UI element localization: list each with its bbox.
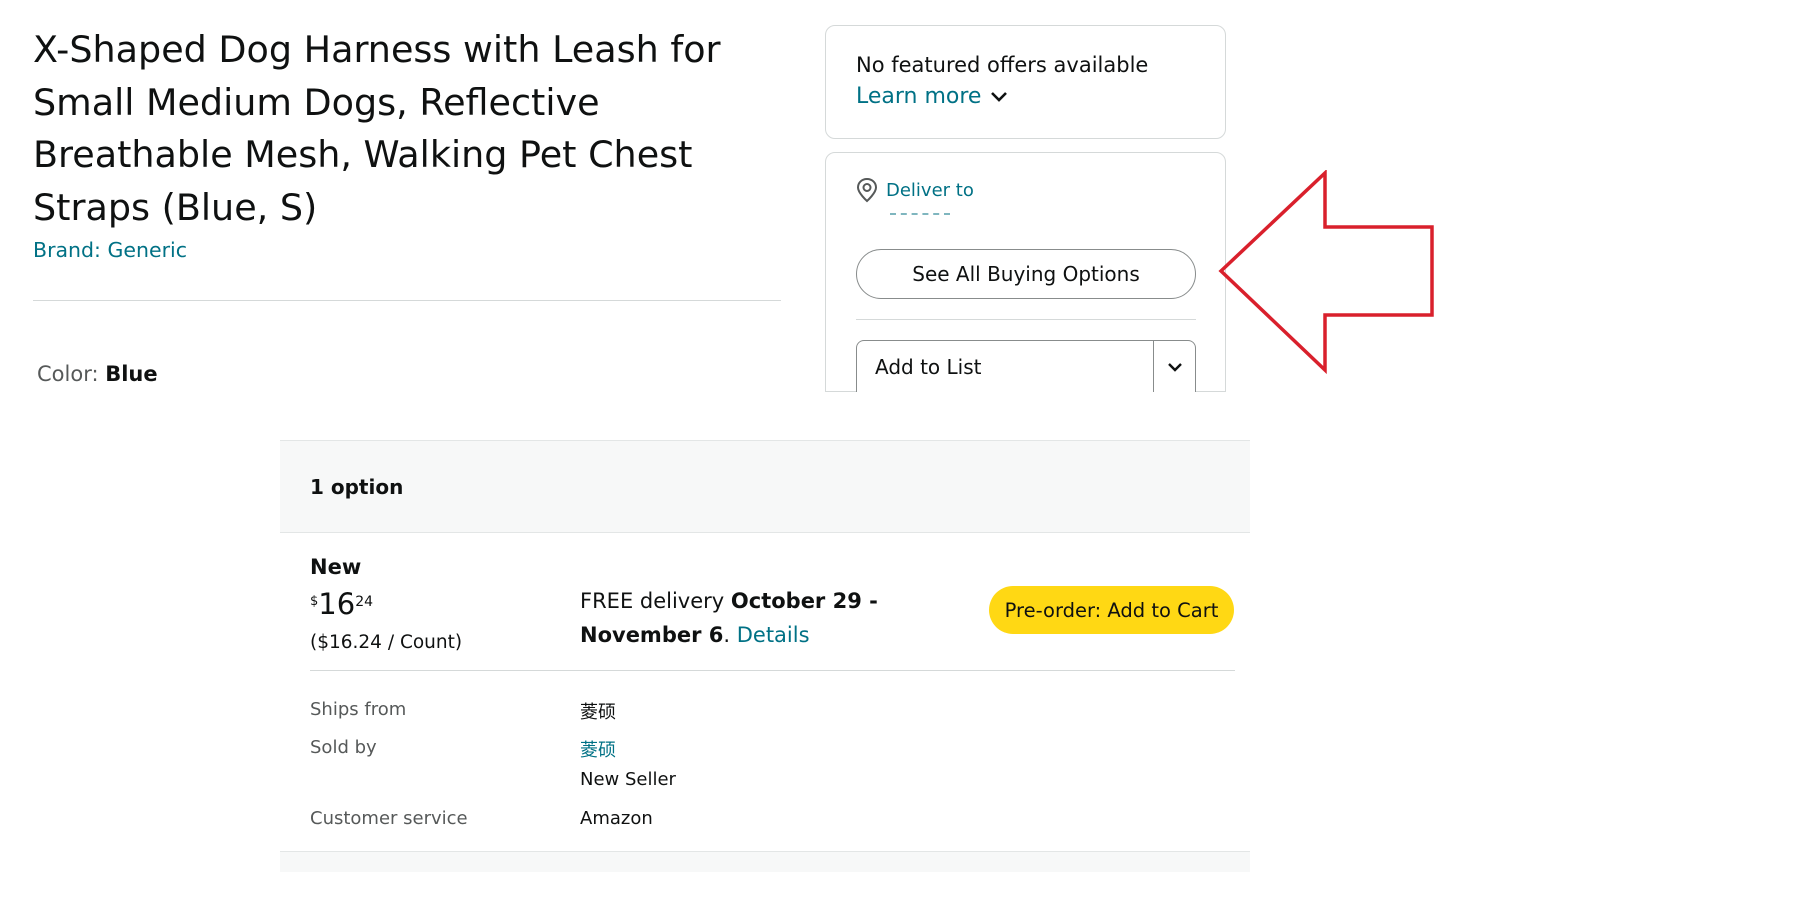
no-offers-box: No featured offers available Learn more — [825, 25, 1226, 139]
price-whole: 16 — [318, 587, 356, 621]
customer-service-value: Amazon — [580, 808, 653, 829]
redacted-zip — [890, 213, 950, 219]
ships-from-value: 菱硕 — [580, 702, 616, 723]
add-to-list-button[interactable]: Add to List — [856, 340, 1196, 392]
offer-price: $ 16 24 — [310, 588, 373, 620]
deliver-to-link[interactable]: Deliver to — [856, 177, 974, 203]
details-link[interactable]: Details — [737, 623, 810, 647]
delivery-prefix: FREE delivery — [580, 589, 731, 613]
add-to-list-label: Add to List — [875, 354, 982, 379]
divider — [856, 319, 1196, 320]
seller-note: New Seller — [580, 769, 676, 790]
preorder-add-to-cart-button[interactable]: Pre-order: Add to Cart — [989, 586, 1234, 634]
delivery-separator: . — [723, 623, 737, 647]
learn-more-link[interactable]: Learn more — [856, 84, 1009, 109]
color-selection: Color: Blue — [37, 362, 158, 386]
delivery-info: FREE delivery October 29 - November 6. D… — [580, 584, 920, 652]
condition-label: New — [310, 555, 362, 579]
divider — [310, 670, 1235, 671]
see-all-buying-options-button[interactable]: See All Buying Options — [856, 249, 1196, 299]
sold-by-label: Sold by — [310, 737, 377, 758]
deliver-to-label: Deliver to — [886, 179, 974, 201]
chevron-down-icon — [991, 91, 1008, 102]
color-label: Color: — [37, 362, 106, 386]
customer-service-label: Customer service — [310, 808, 468, 829]
ships-from-label: Ships from — [310, 699, 407, 720]
learn-more-label: Learn more — [856, 84, 982, 109]
options-count: 1 option — [310, 475, 404, 499]
brand-link[interactable]: Brand: Generic — [33, 238, 187, 262]
buying-options-panel: 1 option New $ 16 24 ($16.24 / Count) FR… — [280, 440, 1250, 872]
divider — [33, 300, 781, 301]
product-title: X-Shaped Dog Harness with Leash for Smal… — [33, 28, 721, 229]
color-value: Blue — [105, 362, 158, 386]
price-fraction: 24 — [355, 594, 374, 610]
no-offers-message: No featured offers available — [856, 53, 1149, 77]
unit-price: ($16.24 / Count) — [310, 632, 463, 653]
next-section-strip — [280, 852, 1250, 872]
options-header: 1 option — [280, 440, 1250, 533]
add-to-list-dropdown[interactable] — [1153, 341, 1195, 392]
location-pin-icon — [856, 177, 878, 203]
sold-by-link[interactable]: 菱硕 — [580, 736, 616, 762]
buy-box: Deliver to See All Buying Options Add to… — [825, 152, 1226, 392]
red-arrow-left-icon — [1218, 170, 1434, 375]
chevron-down-icon — [1167, 362, 1182, 372]
price-symbol: $ — [310, 594, 319, 609]
